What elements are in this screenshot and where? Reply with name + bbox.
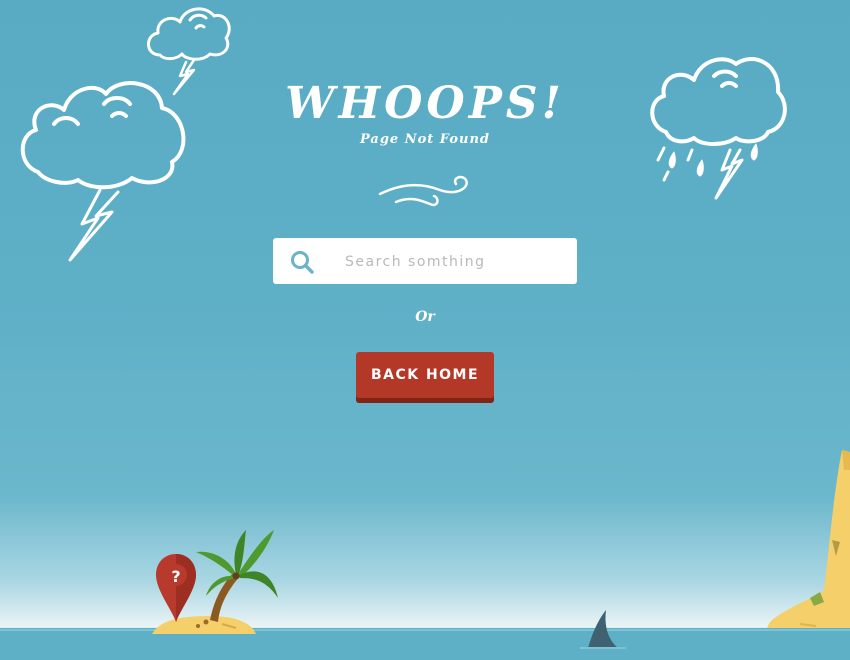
page-subtitle: Page Not Found — [359, 132, 490, 147]
palm-tree-icon — [196, 530, 278, 622]
search-box[interactable] — [273, 238, 577, 286]
back-home-button[interactable]: BACK HOME — [356, 352, 494, 398]
or-separator: Or — [415, 309, 435, 325]
island — [152, 616, 256, 634]
search-icon[interactable] — [289, 249, 315, 275]
swirl-ornament-icon — [378, 175, 468, 207]
sea-water — [0, 628, 850, 660]
location-pin-question-icon: ? — [156, 554, 196, 622]
page-title: WHOOPS! — [285, 78, 565, 129]
search-input[interactable] — [343, 238, 567, 286]
svg-text:?: ? — [171, 567, 180, 586]
